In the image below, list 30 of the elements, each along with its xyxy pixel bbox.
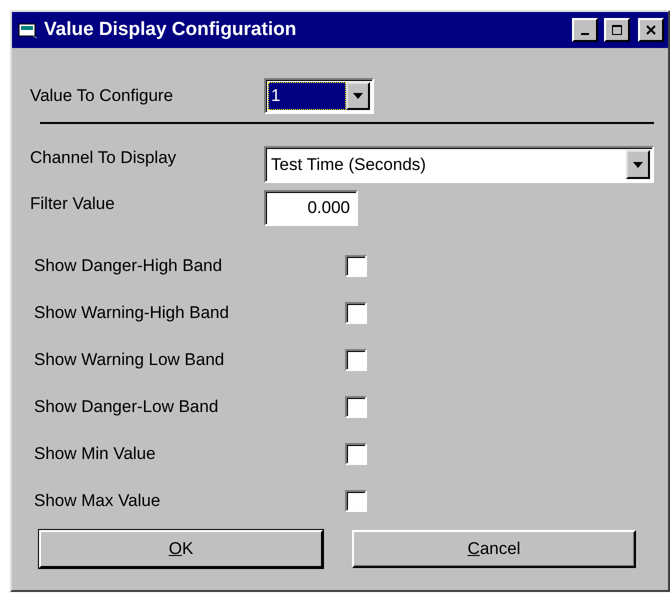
option-label: Show Warning Low Band <box>34 350 226 370</box>
checkbox[interactable] <box>345 349 367 371</box>
minimize-button[interactable] <box>572 18 598 42</box>
dropdown-arrow-icon <box>633 162 643 168</box>
option-label: Show Warning-High Band <box>34 303 230 323</box>
dropdown-arrow-icon <box>353 93 363 99</box>
window-title: Value Display Configuration <box>44 19 298 41</box>
option-label: Show Danger-High Band <box>34 256 224 276</box>
field-label: Value To Configure <box>30 86 174 106</box>
option-label: Show Danger-Low Band <box>34 397 220 417</box>
maximize-icon <box>611 24 623 36</box>
ok-button[interactable]: OK <box>39 530 323 568</box>
window-app-icon <box>18 21 38 39</box>
checkbox[interactable] <box>345 302 367 324</box>
option-label: Show Min Value <box>34 444 157 464</box>
maximize-button[interactable] <box>604 18 630 42</box>
checkbox[interactable] <box>345 490 367 512</box>
field-label: Channel To Display <box>30 148 178 168</box>
filter-value-field[interactable]: 0.000 <box>264 190 358 226</box>
checkbox[interactable] <box>345 396 367 418</box>
field-label: Filter Value <box>30 194 116 214</box>
channel-dropdown[interactable]: Test Time (Seconds) <box>264 146 654 183</box>
minimize-icon <box>581 33 589 35</box>
close-icon <box>645 24 657 36</box>
checkbox[interactable] <box>345 443 367 465</box>
value-dropdown[interactable]: 1 <box>264 78 374 114</box>
option-label: Show Max Value <box>34 491 162 511</box>
checkbox[interactable] <box>345 255 367 277</box>
cancel-button[interactable]: Cancel <box>352 530 636 568</box>
close-button[interactable] <box>638 18 664 42</box>
